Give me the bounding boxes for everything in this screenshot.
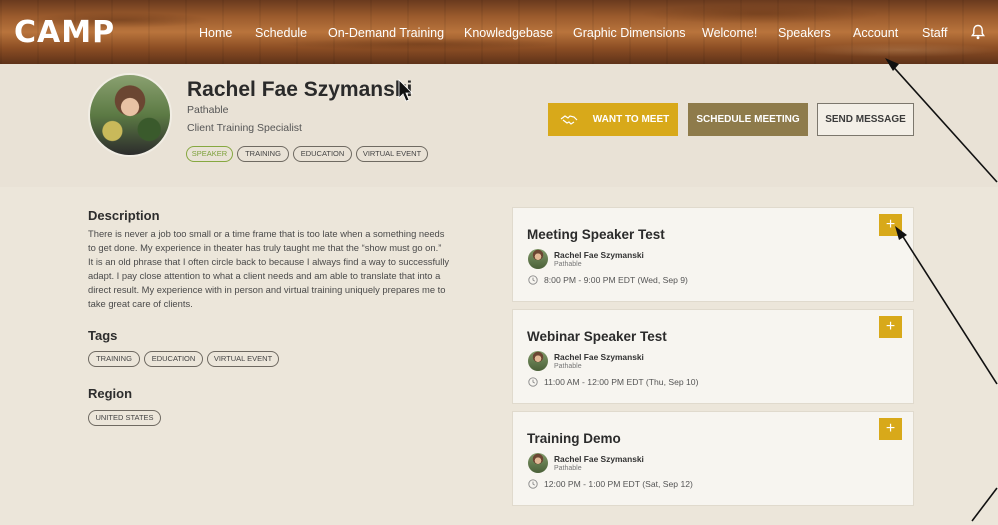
session-speaker-org: Pathable: [554, 363, 582, 370]
profile-title: Client Training Specialist: [187, 122, 302, 134]
bell-icon[interactable]: [970, 24, 986, 40]
want-to-meet-button[interactable]: WANT TO MEET: [548, 103, 678, 136]
main-nav: Home Schedule On-Demand Training Knowled…: [0, 26, 998, 46]
nav-graphic-dimensions[interactable]: Graphic Dimensions: [573, 26, 686, 40]
description-line: adapt. I pay close attention to what a c…: [88, 270, 441, 281]
chip-virtual-event[interactable]: VIRTUAL EVENT: [356, 146, 428, 162]
chip-education[interactable]: EDUCATION: [293, 146, 352, 162]
session-time: 8:00 PM - 9:00 PM EDT (Wed, Sep 9): [544, 275, 688, 285]
nav-speakers[interactable]: Speakers: [778, 26, 831, 40]
session-time: 11:00 AM - 12:00 PM EDT (Thu, Sep 10): [544, 377, 699, 387]
session-speaker-org: Pathable: [554, 465, 582, 472]
chip-training[interactable]: TRAINING: [237, 146, 289, 162]
session-title[interactable]: Meeting Speaker Test: [527, 227, 665, 242]
avatar: [88, 73, 172, 157]
description-line: to get done. My experience in theater ha…: [88, 242, 442, 253]
description-text: There is never a job too small or a time…: [88, 227, 500, 311]
nav-welcome[interactable]: Welcome!: [702, 26, 757, 40]
clock-icon: [528, 275, 538, 285]
annotation-arrow: [971, 487, 998, 522]
tags-heading: Tags: [88, 328, 118, 343]
handshake-icon: [560, 115, 578, 125]
session-card[interactable]: Training Demo Rachel Fae Szymanski Patha…: [512, 411, 914, 506]
speaker-avatar: [528, 249, 548, 269]
send-message-button[interactable]: SEND MESSAGE: [817, 103, 914, 136]
chip-speaker[interactable]: SPEAKER: [186, 146, 233, 162]
want-to-meet-label: WANT TO MEET: [592, 114, 670, 125]
schedule-meeting-button[interactable]: SCHEDULE MEETING: [688, 103, 808, 136]
top-navigation-bar: CAMP Home Schedule On-Demand Training Kn…: [0, 0, 998, 64]
session-time: 12:00 PM - 1:00 PM EDT (Sat, Sep 12): [544, 479, 693, 489]
add-to-schedule-button[interactable]: +: [879, 418, 902, 440]
description-line: There is never a job too small or a time…: [88, 228, 445, 239]
profile-organization: Pathable: [187, 104, 229, 116]
clock-icon: [528, 377, 538, 387]
tag-training[interactable]: TRAINING: [88, 351, 140, 367]
add-to-schedule-button[interactable]: +: [879, 214, 902, 236]
speaker-avatar: [528, 351, 548, 371]
nav-account[interactable]: Account: [853, 26, 898, 40]
description-line: take great care of clients.: [88, 298, 193, 309]
tag-education[interactable]: EDUCATION: [144, 351, 203, 367]
tag-virtual-event[interactable]: VIRTUAL EVENT: [207, 351, 279, 367]
region-united-states[interactable]: UNITED STATES: [88, 410, 161, 426]
session-speaker-org: Pathable: [554, 261, 582, 268]
nav-knowledgebase[interactable]: Knowledgebase: [464, 26, 553, 40]
nav-home[interactable]: Home: [199, 26, 232, 40]
description-heading: Description: [88, 208, 160, 223]
session-title[interactable]: Webinar Speaker Test: [527, 329, 667, 344]
nav-schedule[interactable]: Schedule: [255, 26, 307, 40]
session-card[interactable]: Webinar Speaker Test Rachel Fae Szymansk…: [512, 309, 914, 404]
session-speaker[interactable]: Rachel Fae Szymanski: [554, 454, 644, 464]
add-to-schedule-button[interactable]: +: [879, 316, 902, 338]
clock-icon: [528, 479, 538, 489]
nav-staff[interactable]: Staff: [922, 26, 947, 40]
session-title[interactable]: Training Demo: [527, 431, 621, 446]
session-card[interactable]: Meeting Speaker Test Rachel Fae Szymansk…: [512, 207, 914, 302]
region-heading: Region: [88, 386, 133, 401]
nav-on-demand-training[interactable]: On-Demand Training: [328, 26, 444, 40]
session-speaker[interactable]: Rachel Fae Szymanski: [554, 250, 644, 260]
profile-name: Rachel Fae Szymanski: [187, 78, 413, 101]
speaker-avatar: [528, 453, 548, 473]
description-line: direct result. My experience with in per…: [88, 284, 446, 295]
session-speaker[interactable]: Rachel Fae Szymanski: [554, 352, 644, 362]
description-line: It is an old phrase that I often circle …: [88, 256, 450, 267]
